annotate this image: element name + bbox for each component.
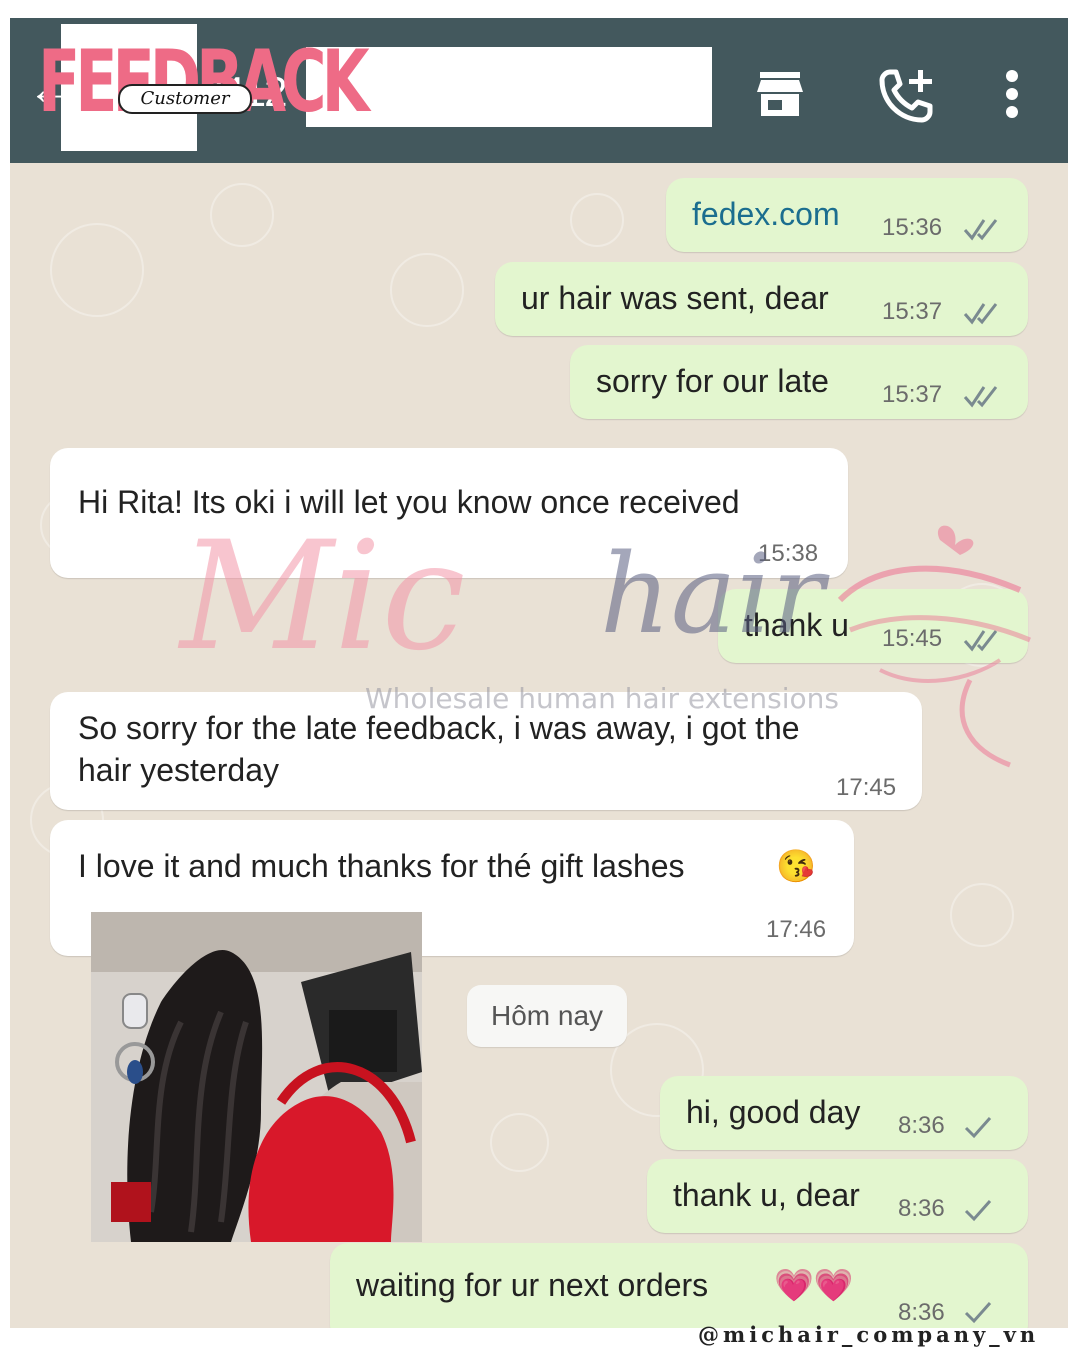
customer-badge: Customer (118, 84, 252, 114)
message-link[interactable]: fedex.com (692, 192, 840, 236)
redacted-contact-name (306, 47, 712, 127)
kiss-emoji-icon: 😘 (776, 848, 816, 884)
message-time: 8:36 (898, 1112, 945, 1139)
message-time: 15:38 (758, 540, 819, 567)
message-time: 17:46 (766, 916, 827, 943)
message-text: Hi Rita! Its oki i will let you know onc… (78, 484, 740, 520)
message-time: 15:37 (882, 381, 943, 408)
social-handle: @michair_company_vn (698, 1322, 1040, 1347)
read-receipt-icon (963, 219, 998, 241)
message-bubble-out[interactable]: ur hair was sent, dear 15:37 (495, 262, 1028, 336)
message-text: hi, good day (686, 1094, 861, 1130)
message-bubble-out[interactable]: hi, good day 8:36 (660, 1076, 1028, 1150)
message-bubble-in[interactable]: So sorry for the late feedback, i was aw… (50, 692, 922, 810)
message-text: waiting for ur next orders (356, 1267, 709, 1303)
message-time: 15:37 (882, 298, 943, 325)
message-time: 17:45 (836, 774, 897, 801)
read-receipt-icon (963, 386, 998, 408)
hair-photo[interactable] (91, 912, 422, 1242)
message-text: ur hair was sent, dear (521, 280, 829, 316)
message-text-line-1: So sorry for the late feedback, i was aw… (78, 710, 800, 746)
message-text: thank u, dear (673, 1177, 860, 1213)
more-vert-icon[interactable] (1000, 66, 1024, 122)
sent-check-icon (964, 1200, 992, 1222)
message-time: 15:36 (882, 214, 943, 241)
date-separator: Hôm nay (467, 985, 627, 1047)
message-bubble-out[interactable]: thank u, dear 8:36 (647, 1159, 1028, 1233)
message-text: sorry for our late (596, 363, 829, 399)
message-text: I love it and much thanks for thé gift l… (78, 848, 685, 884)
message-text-line-2: hair yesterday (78, 752, 279, 788)
message-time: 8:36 (898, 1195, 945, 1222)
message-bubble-out[interactable]: sorry for our late 15:37 (570, 345, 1028, 419)
message-bubble-out[interactable]: waiting for ur next orders 💗💗 8:36 (330, 1243, 1028, 1328)
shop-icon[interactable] (752, 66, 808, 122)
message-bubble-in[interactable]: Hi Rita! Its oki i will let you know onc… (50, 448, 848, 578)
lashes-logo-icon (837, 525, 1031, 768)
add-call-icon[interactable] (876, 66, 936, 126)
hearts-emoji-icon: 💗💗 (774, 1267, 854, 1303)
feedback-headline: FEEDBACK (38, 32, 370, 132)
message-bubble-out[interactable]: fedex.com 15:36 (666, 178, 1028, 252)
read-receipt-icon (963, 303, 998, 325)
sent-check-icon (964, 1117, 992, 1139)
